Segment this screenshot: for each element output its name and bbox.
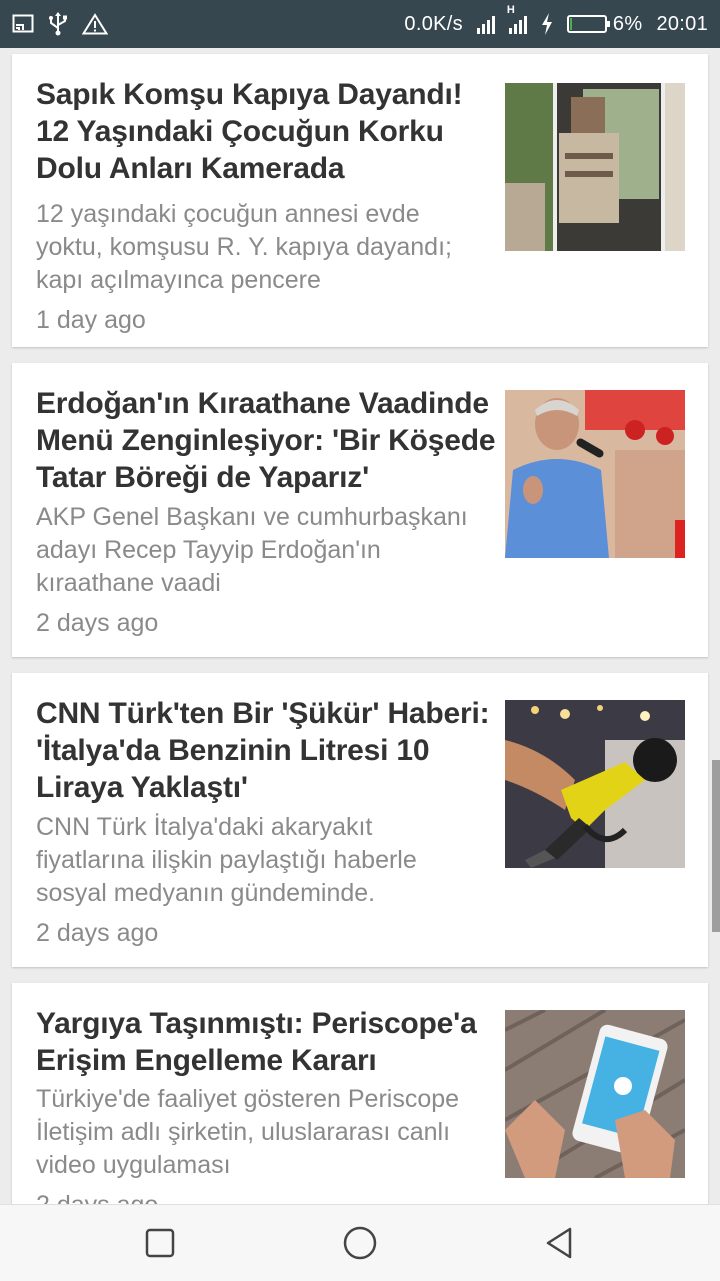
battery-percent: 6% [612, 12, 643, 35]
news-title[interactable]: Erdoğan'ın Kıraathane Vaadinde Menü Zeng… [36, 385, 500, 496]
warning-icon [82, 13, 108, 35]
news-time: 2 days ago [36, 1191, 158, 1204]
screen-cast-icon [12, 14, 34, 33]
back-icon[interactable] [540, 1223, 580, 1263]
news-card[interactable]: CNN Türk'ten Bir 'Şükür' Haberi: 'İtalya… [12, 673, 708, 967]
news-summary: AKP Genel Başkanı ve cumhurbaşkanı adayı… [36, 503, 468, 597]
battery-level [569, 18, 572, 30]
status-left-icons [12, 12, 108, 36]
news-title[interactable]: Sapık Komşu Kapıya Dayandı! 12 Yaşındaki… [36, 76, 500, 187]
status-right: 0.0K/s H 6% 20:01 [404, 4, 708, 36]
charging-icon [541, 13, 552, 35]
window-photo-icon [505, 83, 685, 251]
news-thumbnail[interactable] [505, 83, 685, 251]
news-summary: 12 yaşındaki çocuğun annesi evde yoktu, … [36, 200, 452, 294]
news-summary: Türkiye'de faaliyet gösteren Periscope İ… [36, 1085, 460, 1179]
news-summary: CNN Türk İtalya'daki akaryakıt fiyatları… [36, 813, 417, 907]
mobile-signal-icon: H [507, 4, 527, 34]
usb-icon [49, 12, 67, 36]
clock: 20:01 [656, 12, 708, 35]
news-thumbnail[interactable] [505, 1010, 685, 1178]
news-card[interactable]: Sapık Komşu Kapıya Dayandı! 12 Yaşındaki… [12, 54, 708, 347]
news-title[interactable]: CNN Türk'ten Bir 'Şükür' Haberi: 'İtalya… [36, 695, 500, 806]
speaker-photo-icon [505, 390, 685, 558]
recent-apps-icon[interactable] [140, 1223, 180, 1263]
network-type: H [506, 4, 515, 16]
network-speed: 0.0K/s [404, 12, 463, 35]
phone-app-photo-icon [505, 1010, 685, 1178]
scroll-indicator[interactable] [712, 760, 720, 932]
signal-icon [476, 14, 495, 34]
news-time: 2 days ago [36, 919, 159, 947]
news-title[interactable]: Yargıya Taşınmıştı: Periscope'a Erişim E… [36, 1005, 500, 1079]
news-card[interactable]: Erdoğan'ın Kıraathane Vaadinde Menü Zeng… [12, 363, 708, 657]
news-feed[interactable]: Sapık Komşu Kapıya Dayandı! 12 Yaşındaki… [0, 48, 720, 1204]
navigation-bar [0, 1204, 720, 1281]
status-bar: 0.0K/s H 6% 20:01 [0, 0, 720, 48]
news-thumbnail[interactable] [505, 390, 685, 558]
news-time: 2 days ago [36, 609, 159, 637]
fuel-nozzle-photo-icon [505, 700, 685, 868]
news-time: 1 day ago [36, 306, 146, 334]
battery-icon [566, 15, 610, 33]
news-thumbnail[interactable] [505, 700, 685, 868]
home-icon[interactable] [340, 1223, 380, 1263]
news-card[interactable]: Yargıya Taşınmıştı: Periscope'a Erişim E… [12, 983, 708, 1204]
